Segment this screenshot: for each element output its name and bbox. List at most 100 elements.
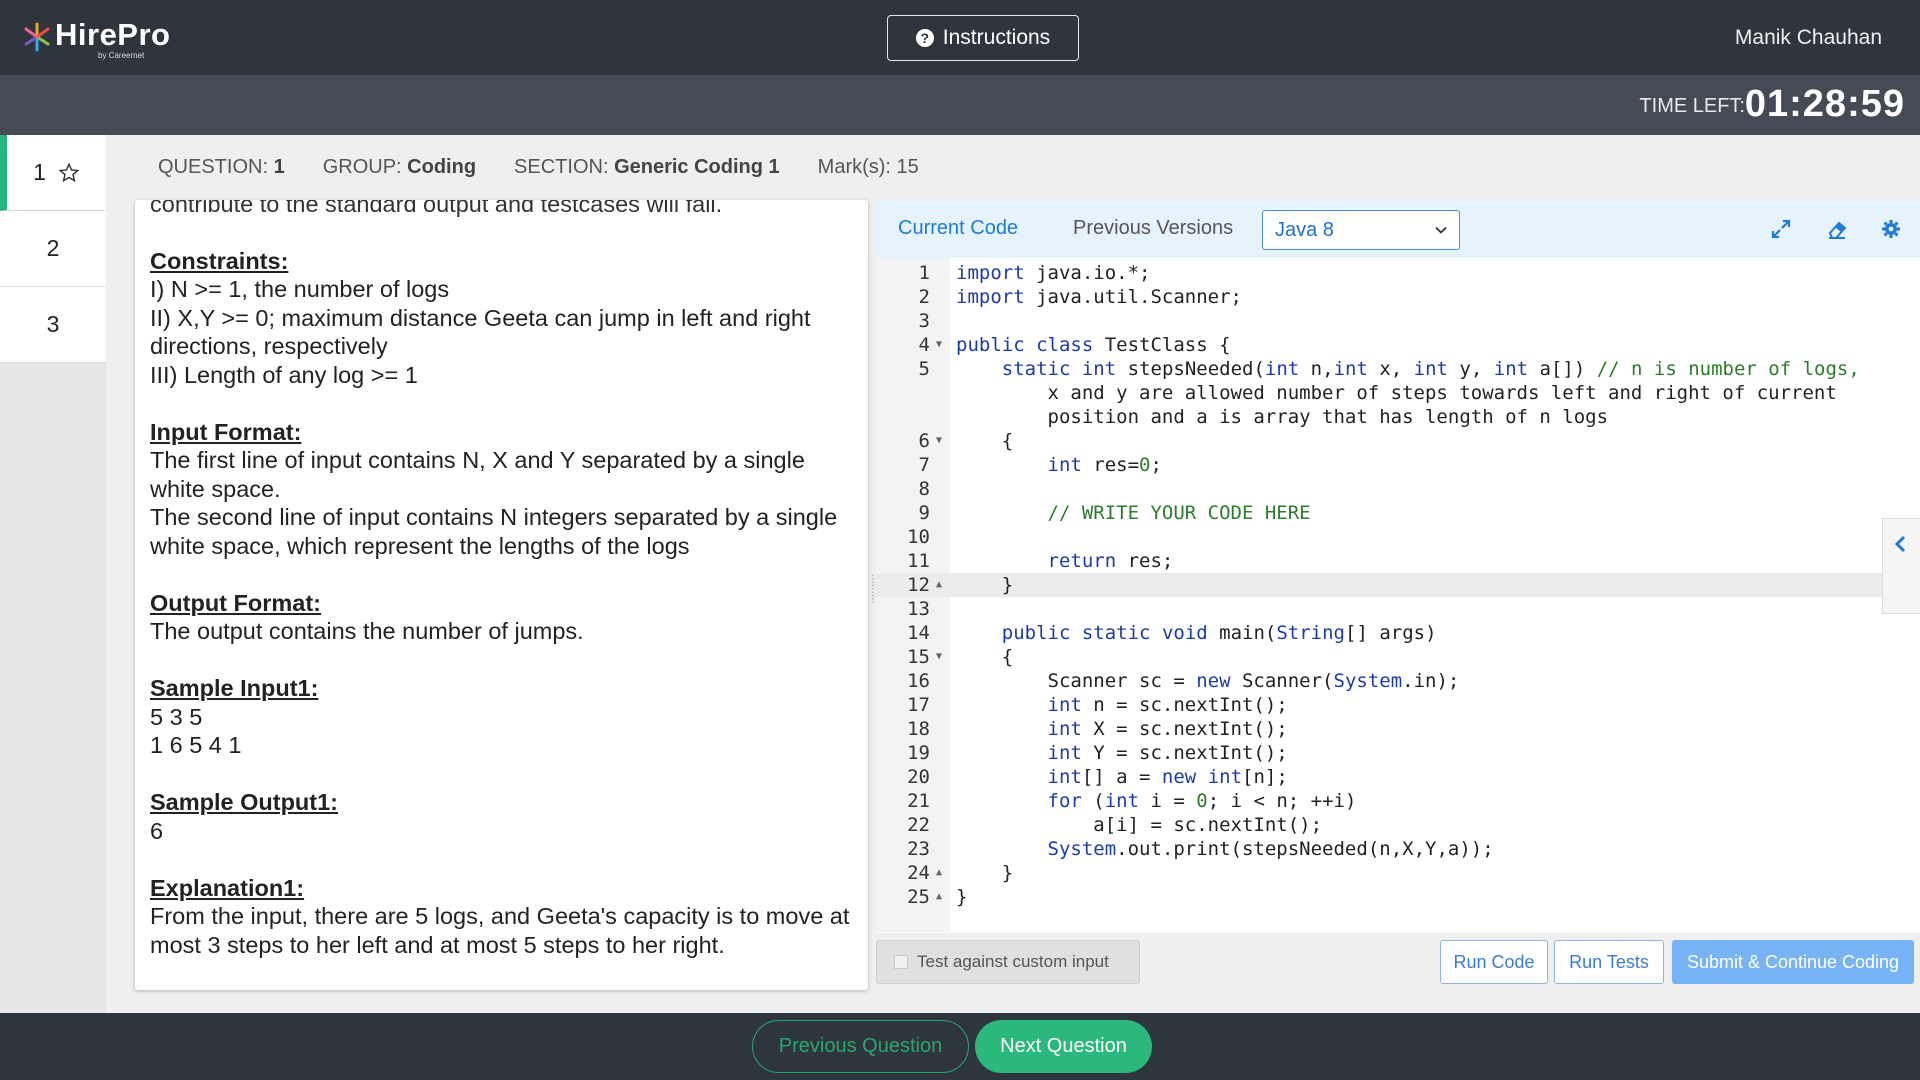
line-text: } (956, 886, 968, 908)
line-number: 3 (918, 310, 930, 332)
line-number: 23 (907, 838, 930, 860)
custom-input-checkbox[interactable] (894, 955, 908, 969)
code-line[interactable]: 15 ▼ { (876, 645, 1920, 669)
line-text: public static void main(String[] args) (1001, 622, 1437, 644)
chevron-left-icon (1894, 535, 1906, 553)
gear-icon[interactable] (1880, 218, 1902, 240)
eraser-icon[interactable] (1826, 218, 1848, 240)
question-info: QUESTION: 1 GROUP: Coding SECTION: Gener… (158, 156, 919, 179)
logo-text: HirePro (55, 17, 171, 52)
question-circle-icon: ? (915, 29, 934, 47)
sample-input-line-1: 5 3 5 (150, 703, 203, 730)
submit-continue-button[interactable]: Submit & Continue Coding (1672, 940, 1914, 984)
code-line[interactable]: x and y are allowed number of steps towa… (876, 381, 1920, 405)
line-number: 16 (907, 670, 930, 692)
run-code-button[interactable]: Run Code (1440, 940, 1548, 984)
line-number: 24 (907, 862, 930, 884)
code-line[interactable]: 16 Scanner sc = new Scanner(System.in); (876, 669, 1920, 693)
line-text: System.out.print(stepsNeeded(n,X,Y,a)); (1047, 838, 1494, 860)
constraint-2: II) X,Y >= 0; maximum distance Geeta can… (150, 304, 811, 360)
instructions-button[interactable]: ? Instructions (887, 15, 1079, 61)
fold-up-icon[interactable]: ▲ (936, 861, 942, 885)
code-line[interactable]: 9 // WRITE YOUR CODE HERE (876, 501, 1920, 525)
code-line[interactable]: 22 a[i] = sc.nextInt(); (876, 813, 1920, 837)
fold-down-icon[interactable]: ▼ (936, 429, 942, 453)
code-line[interactable]: 24 ▲ } (876, 861, 1920, 885)
line-number: 19 (907, 742, 930, 764)
output-format-1: The output contains the number of jumps. (150, 618, 584, 644)
timer-bar: TIME LEFT: 01:28:59 (0, 75, 1920, 135)
star-icon[interactable] (58, 162, 80, 184)
line-number: 12 (907, 574, 930, 596)
code-line[interactable]: 5 static int stepsNeeded(int n,int x, in… (876, 357, 1920, 381)
panel-resize-handle[interactable]: ⋮ ⋮ ⋮ (868, 575, 878, 623)
side-panel-toggle[interactable] (1882, 518, 1920, 614)
footer-bar: Previous Question Next Question (0, 1013, 1920, 1080)
line-text: for (int i = 0; i < n; ++i) (1047, 790, 1357, 812)
line-number: 1 (918, 262, 930, 284)
question-nav-item-2[interactable]: 2 (0, 211, 106, 287)
code-line[interactable]: 14 public static void main(String[] args… (876, 621, 1920, 645)
user-name[interactable]: Manik Chauhan (1735, 26, 1882, 50)
code-line[interactable]: 19 int Y = sc.nextInt(); (876, 741, 1920, 765)
custom-input-label: Test against custom input (917, 952, 1109, 971)
line-number: 13 (907, 598, 930, 620)
code-line[interactable]: 6 ▼ { (876, 429, 1920, 453)
code-area[interactable]: 1 import java.io.*; 2 import java.util.Scan… (876, 258, 1920, 932)
code-line[interactable]: 17 int n = sc.nextInt(); (876, 693, 1920, 717)
language-select[interactable]: Java 8 (1262, 210, 1460, 250)
fold-up-icon[interactable]: ▲ (936, 573, 942, 597)
code-line[interactable]: 4 ▼ public class TestClass { (876, 333, 1920, 357)
line-text: int[] a = new int[n]; (1047, 766, 1288, 788)
code-line[interactable]: position and a is array that has length … (876, 405, 1920, 429)
code-line[interactable]: 13 (876, 597, 1920, 621)
code-line[interactable]: 20 int[] a = new int[n]; (876, 765, 1920, 789)
code-line[interactable]: 11 return res; (876, 549, 1920, 573)
code-line[interactable]: 12 ▲ } (876, 573, 1920, 597)
code-line[interactable]: 8 (876, 477, 1920, 501)
code-line[interactable]: 25 ▲} (876, 885, 1920, 909)
next-question-button[interactable]: Next Question (975, 1020, 1152, 1073)
input-format-1: The first line of input contains N, X an… (150, 447, 805, 502)
question-info-marks: Mark(s): 15 (817, 156, 919, 178)
line-number: 6 (918, 430, 930, 452)
custom-input-toggle[interactable]: Test against custom input (876, 940, 1140, 984)
expand-icon[interactable] (1770, 218, 1792, 240)
question-info-section: SECTION: Generic Coding 1 (514, 156, 780, 178)
code-line[interactable]: 1 import java.io.*; (876, 261, 1920, 285)
line-text: x and y are allowed number of steps towa… (956, 382, 1837, 404)
line-number: 8 (918, 478, 930, 500)
code-line[interactable]: 7 int res=0; (876, 453, 1920, 477)
question-number: 2 (46, 235, 60, 261)
run-tests-button[interactable]: Run Tests (1554, 940, 1664, 984)
line-text: { (956, 646, 1014, 668)
problem-content: contribute to the standard output and te… (150, 200, 850, 959)
code-line[interactable]: 2 import java.util.Scanner; (876, 285, 1920, 309)
code-line[interactable]: 3 (876, 309, 1920, 333)
previous-question-button[interactable]: Previous Question (752, 1020, 969, 1073)
output-format-heading: Output Format: (150, 589, 321, 616)
line-number: 4 (918, 334, 930, 356)
question-nav-item-1[interactable]: 1 (0, 135, 106, 211)
fold-up-icon[interactable]: ▲ (936, 885, 942, 909)
fold-down-icon[interactable]: ▼ (936, 645, 942, 669)
line-text: int X = sc.nextInt(); (1047, 718, 1288, 740)
line-number: 9 (918, 502, 930, 524)
fold-down-icon[interactable]: ▼ (936, 333, 942, 357)
code-line[interactable]: 23 System.out.print(stepsNeeded(n,X,Y,a)… (876, 837, 1920, 861)
line-number: 5 (918, 358, 930, 380)
line-text: static int stepsNeeded(int n,int x, int … (1001, 358, 1860, 380)
instructions-label: Instructions (942, 26, 1051, 49)
code-line[interactable]: 21 for (int i = 0; i < n; ++i) (876, 789, 1920, 813)
code-line[interactable]: 10 (876, 525, 1920, 549)
explanation-text: From the input, there are 5 logs, and Ge… (150, 903, 850, 958)
line-text: import java.util.Scanner; (956, 286, 1242, 308)
problem-statement-panel[interactable]: contribute to the standard output and te… (135, 200, 868, 990)
line-text: Scanner sc = new Scanner(System.in); (956, 670, 1460, 692)
tab-previous-versions[interactable]: Previous Versions (1073, 217, 1233, 240)
code-line[interactable]: 18 int X = sc.nextInt(); (876, 717, 1920, 741)
tab-current-code[interactable]: Current Code (898, 217, 1018, 240)
question-nav-item-3[interactable]: 3 (0, 287, 106, 363)
code-editor-panel: Current Code Previous Versions Java 8 1 i… (876, 200, 1920, 933)
line-number: 20 (907, 766, 930, 788)
